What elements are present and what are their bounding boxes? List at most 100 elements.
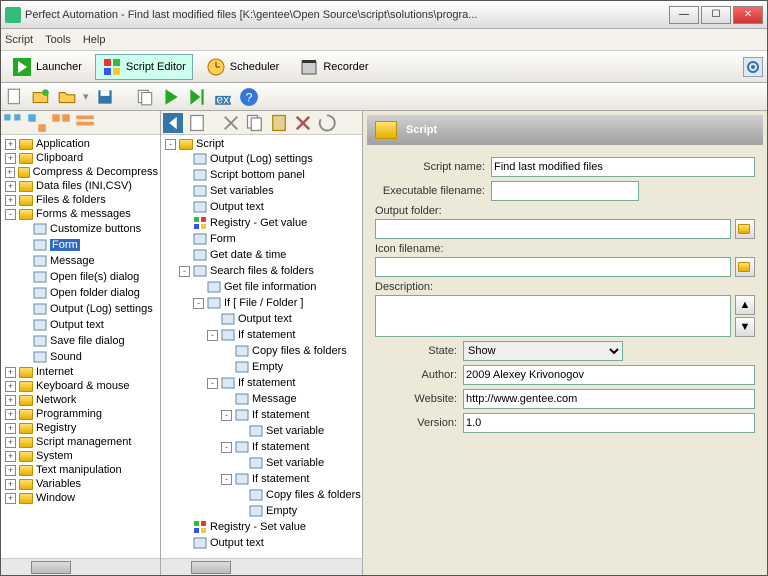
- copy-icon[interactable]: [135, 87, 155, 107]
- tree-item[interactable]: Output text: [179, 535, 361, 551]
- tree-item[interactable]: -If statement: [207, 327, 361, 343]
- save-icon[interactable]: [95, 87, 115, 107]
- tree-item[interactable]: Empty: [235, 503, 361, 519]
- tree-item[interactable]: Save file dialog: [19, 333, 153, 349]
- tree-item[interactable]: -Forms & messages: [5, 207, 158, 221]
- tab-scheduler[interactable]: Scheduler: [199, 54, 287, 80]
- input-version[interactable]: [463, 413, 755, 433]
- copy2-icon[interactable]: [245, 113, 265, 133]
- tab-recorder[interactable]: Recorder: [292, 54, 375, 80]
- input-icon-file[interactable]: [375, 257, 731, 277]
- tree-item[interactable]: Output text: [207, 311, 361, 327]
- new-folder-icon[interactable]: [31, 87, 51, 107]
- tree-item[interactable]: Get file information: [193, 279, 361, 295]
- view1-icon[interactable]: [3, 113, 23, 133]
- tree-item[interactable]: -Search files & folders: [179, 263, 361, 279]
- view3-icon[interactable]: [51, 113, 71, 133]
- tree-item[interactable]: Set variable: [235, 455, 324, 471]
- expander-icon[interactable]: +: [5, 395, 16, 406]
- expander-icon[interactable]: -: [5, 209, 16, 220]
- tree-item[interactable]: Copy files & folders: [221, 343, 347, 359]
- maximize-button[interactable]: ☐: [701, 6, 731, 24]
- tree-item[interactable]: Get date & time: [179, 247, 361, 263]
- expander-icon[interactable]: -: [207, 330, 218, 341]
- view4-icon[interactable]: [75, 113, 95, 133]
- tree-item[interactable]: +Script management: [5, 435, 158, 449]
- tree-item[interactable]: Output text: [179, 199, 361, 215]
- tree-item[interactable]: +System: [5, 449, 158, 463]
- tree-item[interactable]: -If [ File / Folder ]: [193, 295, 361, 311]
- tree-item[interactable]: +Variables: [5, 477, 158, 491]
- tree-item[interactable]: Customize buttons: [19, 221, 153, 237]
- tree-item[interactable]: Form: [179, 231, 361, 247]
- tree-item[interactable]: +Compress & Decompress: [5, 165, 158, 179]
- expander-icon[interactable]: +: [5, 381, 16, 392]
- paste-icon[interactable]: [187, 113, 207, 133]
- tree-item[interactable]: Form: [19, 237, 153, 253]
- expander-icon[interactable]: +: [5, 167, 15, 178]
- tree-item[interactable]: +Text manipulation: [5, 463, 158, 477]
- menu-help[interactable]: Help: [83, 34, 106, 46]
- new-icon[interactable]: [5, 87, 25, 107]
- expander-icon[interactable]: +: [5, 479, 16, 490]
- select-state[interactable]: Show: [463, 341, 623, 361]
- expander-icon[interactable]: -: [221, 442, 232, 453]
- tree-item[interactable]: Registry - Set value: [179, 519, 361, 535]
- help-icon[interactable]: ?: [239, 87, 259, 107]
- run-icon[interactable]: [161, 87, 181, 107]
- tab-script-editor[interactable]: Script Editor: [95, 54, 193, 80]
- expander-icon[interactable]: +: [5, 367, 16, 378]
- open-icon[interactable]: [57, 87, 77, 107]
- tree-item[interactable]: Registry - Get value: [179, 215, 361, 231]
- tree-item[interactable]: +Files & folders: [5, 193, 158, 207]
- expander-icon[interactable]: -: [193, 298, 204, 309]
- menu-tools[interactable]: Tools: [45, 34, 71, 46]
- tree-item[interactable]: -If statement: [221, 439, 361, 455]
- tree-item[interactable]: -If statement: [221, 471, 361, 487]
- expander-icon[interactable]: -: [207, 378, 218, 389]
- expander-icon[interactable]: +: [5, 451, 16, 462]
- run-step-icon[interactable]: [187, 87, 207, 107]
- build-exe-icon[interactable]: exe: [213, 87, 233, 107]
- menu-script[interactable]: Script: [5, 34, 33, 46]
- tree-item[interactable]: Script bottom panel: [179, 167, 361, 183]
- tree-item[interactable]: +Programming: [5, 407, 158, 421]
- tree-item[interactable]: Open file(s) dialog: [19, 269, 153, 285]
- minimize-button[interactable]: —: [669, 6, 699, 24]
- tree-item[interactable]: -If statement: [221, 407, 361, 423]
- desc-up-button[interactable]: ▲: [735, 295, 755, 315]
- expander-icon[interactable]: +: [5, 139, 16, 150]
- tree-item[interactable]: +Keyboard & mouse: [5, 379, 158, 393]
- settings-button[interactable]: [743, 57, 763, 77]
- close-button[interactable]: ✕: [733, 6, 763, 24]
- tree-item[interactable]: +Internet: [5, 365, 158, 379]
- collapse-left-icon[interactable]: [163, 113, 183, 133]
- cut-icon[interactable]: [221, 113, 241, 133]
- tree-item[interactable]: Output text: [19, 317, 153, 333]
- tree-item[interactable]: Open folder dialog: [19, 285, 153, 301]
- tree-item[interactable]: Output (Log) settings: [179, 151, 361, 167]
- browse-output-folder[interactable]: [735, 219, 755, 239]
- expander-icon[interactable]: +: [5, 437, 16, 448]
- tree-item[interactable]: Copy files & folders: [235, 487, 361, 503]
- tree-item[interactable]: Empty: [221, 359, 347, 375]
- view2-icon[interactable]: [27, 113, 47, 133]
- tree-item[interactable]: +Application: [5, 137, 158, 151]
- input-website[interactable]: [463, 389, 755, 409]
- left-scrollbar[interactable]: [1, 558, 160, 575]
- tree-item[interactable]: Output (Log) settings: [19, 301, 153, 317]
- expander-icon[interactable]: -: [221, 474, 232, 485]
- expander-icon[interactable]: +: [5, 493, 16, 504]
- input-description[interactable]: [375, 295, 731, 337]
- tree-item[interactable]: Set variable: [235, 423, 324, 439]
- tree-item[interactable]: Message: [19, 253, 153, 269]
- expander-icon[interactable]: +: [5, 195, 16, 206]
- refresh-icon[interactable]: [317, 113, 337, 133]
- expander-icon[interactable]: +: [5, 181, 16, 192]
- expander-icon[interactable]: -: [179, 266, 190, 277]
- tree-item[interactable]: +Window: [5, 491, 158, 505]
- tree-item[interactable]: -Script: [165, 137, 360, 151]
- input-exec-file[interactable]: [491, 181, 639, 201]
- script-tree[interactable]: -ScriptOutput (Log) settingsScript botto…: [161, 135, 362, 558]
- tree-item[interactable]: Set variables: [179, 183, 361, 199]
